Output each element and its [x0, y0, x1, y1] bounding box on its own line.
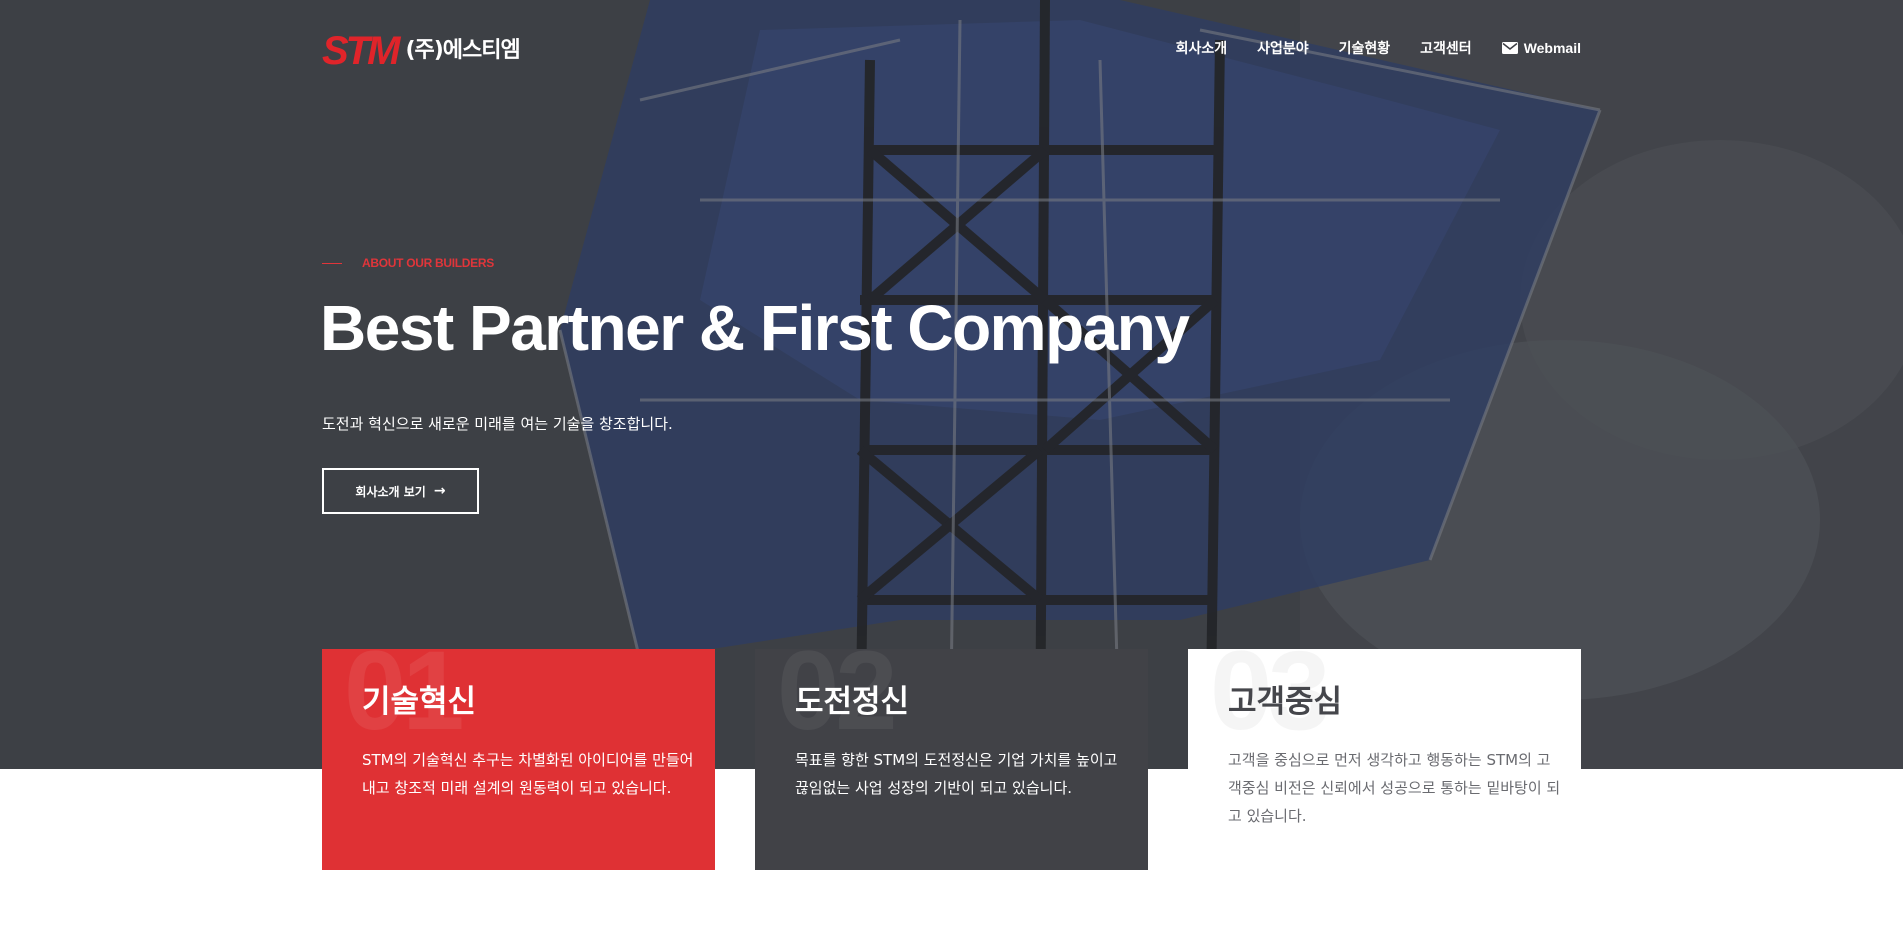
- hero-subtext: 도전과 혁신으로 새로운 미래를 여는 기술을 창조합니다.: [322, 415, 673, 433]
- hero-eyebrow: ABOUT OUR BUILDERS: [322, 256, 494, 270]
- eyebrow-divider: [322, 262, 342, 264]
- cta-label: 회사소개 보기: [355, 484, 426, 499]
- company-intro-button[interactable]: 회사소개 보기 →: [322, 468, 479, 514]
- feature-card-customer: 03 고객중심 고객을 중심으로 먼저 생각하고 행동하는 STM의 고객중심 …: [1188, 649, 1581, 870]
- card-title: 도전정신: [795, 684, 910, 720]
- nav-item-webmail[interactable]: Webmail: [1501, 40, 1581, 56]
- card-text: 목표를 향한 STM의 도전정신은 기업 가치를 높이고 끊임없는 사업 성장의…: [795, 751, 1118, 797]
- company-logo[interactable]: STM (주)에스티엠: [322, 28, 521, 74]
- eyebrow-text: ABOUT OUR BUILDERS: [362, 256, 494, 270]
- nav-item-customer-center[interactable]: 고객센터: [1420, 38, 1472, 58]
- logo-mark: STM: [322, 29, 400, 73]
- hero-headline: Best Partner & First Company: [320, 292, 1190, 364]
- card-title: 기술혁신: [362, 684, 477, 720]
- feature-card-innovation: 01 기술혁신 STM의 기술혁신 추구는 차별화된 아이디어를 만들어내고 창…: [322, 649, 715, 870]
- card-title: 고객중심: [1228, 684, 1343, 720]
- main-nav: 회사소개 사업분야 기술현황 고객센터 Webmail: [1146, 38, 1581, 58]
- feature-card-challenge: 02 도전정신 목표를 향한 STM의 도전정신은 기업 가치를 높이고 끊임없…: [755, 649, 1148, 870]
- logo-korean-name: (주)에스티엠: [405, 38, 520, 63]
- webmail-label: Webmail: [1523, 40, 1581, 56]
- card-text: 고객을 중심으로 먼저 생각하고 행동하는 STM의 고객중심 비전은 신뢰에서…: [1228, 751, 1561, 825]
- arrow-right-icon: →: [433, 483, 446, 499]
- nav-item-business[interactable]: 사업분야: [1257, 38, 1309, 58]
- nav-item-technology[interactable]: 기술현황: [1339, 38, 1391, 58]
- envelope-icon: [1501, 42, 1518, 54]
- nav-item-company[interactable]: 회사소개: [1176, 38, 1228, 58]
- card-text: STM의 기술혁신 추구는 차별화된 아이디어를 만들어내고 창조적 미래 설계…: [362, 751, 694, 797]
